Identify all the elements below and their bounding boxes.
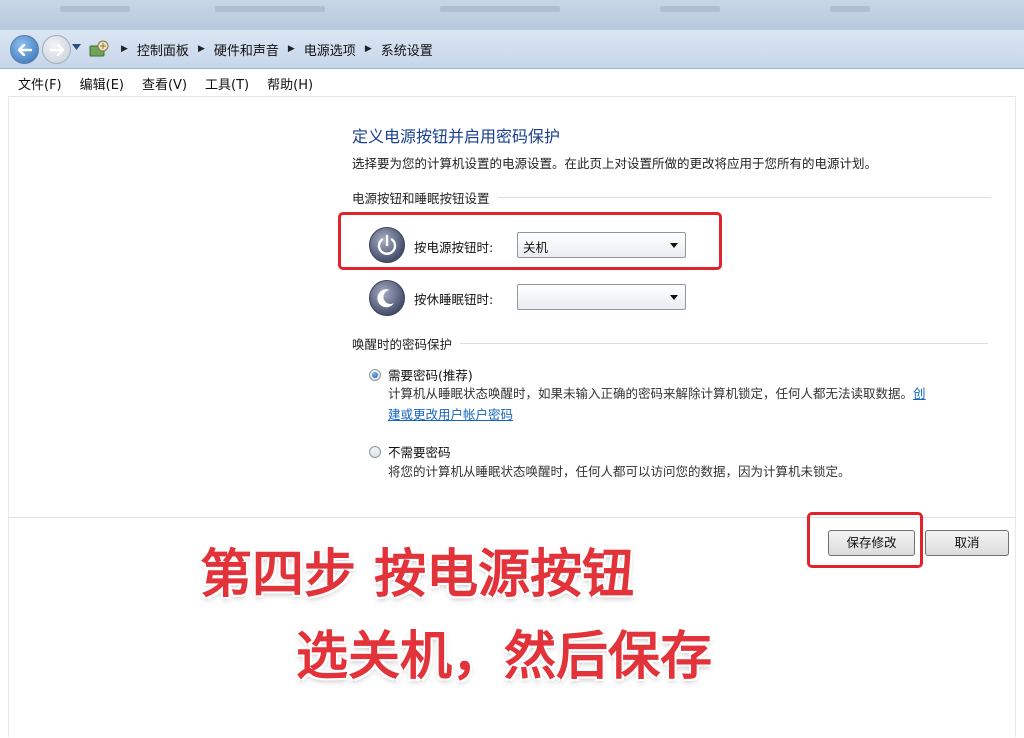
ghost-text	[830, 6, 870, 12]
sleep-button-action-select[interactable]	[517, 284, 686, 310]
ghost-text	[440, 6, 560, 12]
require-password-description-text: 计算机从睡眠状态唤醒时，如果未输入正确的密码来解除计算机锁定，任何人都无法读取数…	[388, 386, 914, 401]
require-password-radio[interactable]	[369, 369, 381, 381]
require-password-label[interactable]: 需要密码(推荐)	[388, 365, 473, 384]
menu-view[interactable]: 查看(V)	[142, 74, 187, 93]
sleep-button-label: 按休睡眠钮时:	[414, 292, 494, 307]
cancel-button[interactable]: 取消	[925, 530, 1009, 556]
breadcrumb: ▶ 控制面板 ▶ 硬件和声音 ▶ 电源选项 ▶ 系统设置	[112, 40, 433, 59]
power-section-heading: 电源按钮和睡眠按钮设置	[352, 188, 991, 207]
control-panel-icon	[89, 40, 109, 57]
page-title: 定义电源按钮并启用密码保护	[352, 127, 561, 146]
ghost-text	[660, 6, 720, 12]
ghost-text	[60, 6, 130, 12]
password-section-heading: 唤醒时的密码保护	[352, 334, 989, 353]
breadcrumb-hardware-sound[interactable]: 硬件和声音	[214, 40, 279, 59]
menu-help[interactable]: 帮助(H)	[267, 74, 313, 93]
change-password-link[interactable]: 创	[913, 386, 926, 401]
moon-icon	[369, 280, 405, 316]
menu-bar: 文件(F) 编辑(E) 查看(V) 工具(T) 帮助(H)	[8, 70, 1016, 97]
page-description: 选择要为您的计算机设置的电源设置。在此页上对设置所做的更改将应用于您所有的电源计…	[352, 156, 878, 171]
breadcrumb-control-panel[interactable]: 控制面板	[137, 40, 189, 59]
breadcrumb-separator-icon[interactable]: ▶	[121, 44, 128, 54]
breadcrumb-separator-icon[interactable]: ▶	[365, 44, 372, 54]
chevron-down-icon	[670, 295, 678, 300]
breadcrumb-power-options[interactable]: 电源选项	[304, 40, 356, 59]
menu-edit[interactable]: 编辑(E)	[80, 74, 124, 93]
content-border	[1015, 97, 1016, 737]
breadcrumb-separator-icon[interactable]: ▶	[198, 44, 205, 54]
background-window-strip	[0, 0, 1024, 30]
no-password-label[interactable]: 不需要密码	[388, 442, 451, 461]
annotation-step-text: 第四步 按电源按钮	[200, 545, 635, 605]
section-divider	[460, 343, 989, 344]
menu-file[interactable]: 文件(F)	[18, 74, 62, 93]
section-heading-text: 电源按钮和睡眠按钮设置	[352, 191, 490, 206]
ghost-text	[215, 6, 325, 12]
no-password-description: 将您的计算机从睡眠状态唤醒时，任何人都可以访问您的数据，因为计算机未锁定。	[388, 464, 851, 479]
content-border	[8, 97, 9, 737]
annotation-instruction-text: 选关机，然后保存	[296, 627, 713, 687]
require-password-description: 计算机从睡眠状态唤醒时，如果未输入正确的密码来解除计算机锁定，任何人都无法读取数…	[388, 383, 978, 425]
section-divider	[497, 197, 991, 198]
menu-tools[interactable]: 工具(T)	[205, 74, 249, 93]
highlight-box-save-button	[807, 512, 923, 568]
breadcrumb-separator-icon[interactable]: ▶	[288, 44, 295, 54]
forward-arrow-icon	[49, 43, 64, 56]
back-arrow-icon	[17, 43, 32, 56]
breadcrumb-system-settings[interactable]: 系统设置	[381, 40, 433, 59]
forward-button[interactable]	[42, 35, 71, 64]
recent-pages-chevron-icon[interactable]	[72, 44, 81, 50]
back-button[interactable]	[10, 35, 39, 64]
highlight-box-power-setting	[338, 212, 722, 270]
no-password-radio[interactable]	[369, 446, 381, 458]
section-heading-text: 唤醒时的密码保护	[352, 337, 453, 352]
change-password-link[interactable]: 建或更改用户帐户密码	[388, 407, 513, 422]
address-bar: ▶ 控制面板 ▶ 硬件和声音 ▶ 电源选项 ▶ 系统设置	[0, 30, 1024, 69]
